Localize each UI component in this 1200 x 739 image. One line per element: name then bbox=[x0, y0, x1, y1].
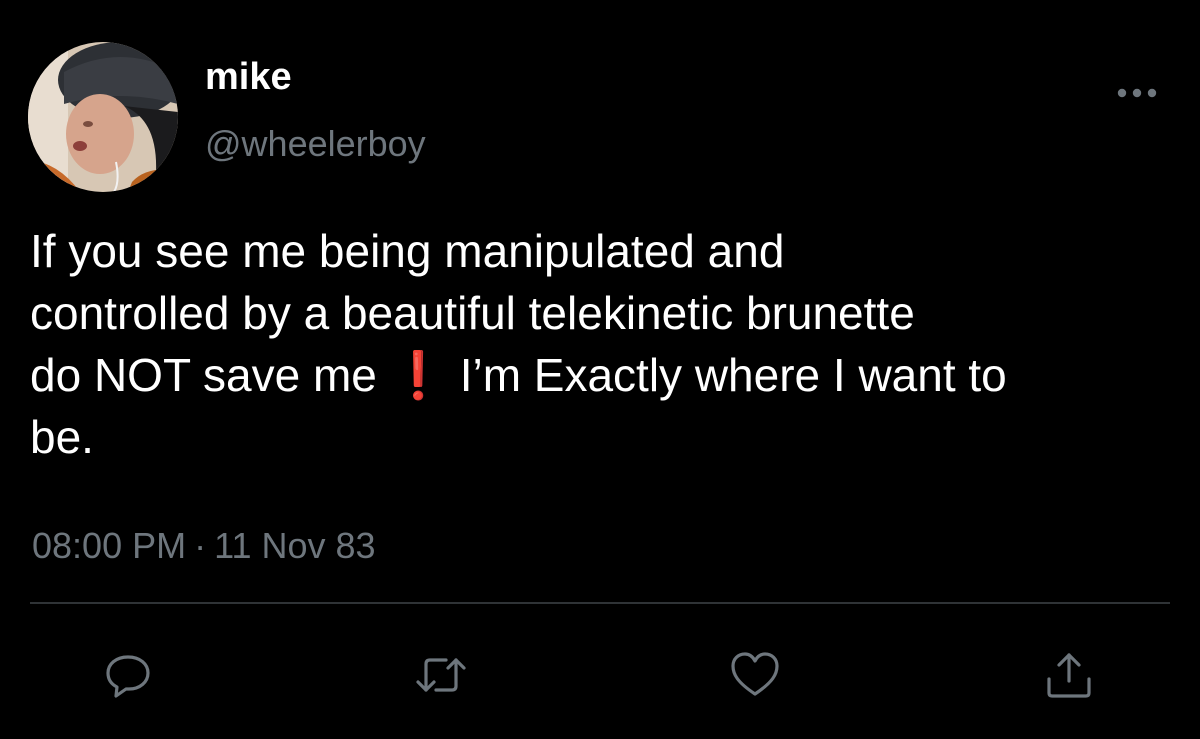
share-icon bbox=[1047, 653, 1091, 698]
divider bbox=[30, 602, 1170, 604]
retweet-icon bbox=[416, 658, 466, 692]
tweet-text: If you see me being manipulated and cont… bbox=[30, 220, 1175, 468]
user-handle[interactable]: @wheelerboy bbox=[205, 122, 426, 166]
ellipsis-icon bbox=[1117, 88, 1157, 98]
speech-bubble-icon bbox=[106, 655, 150, 698]
exclamation-emoji: ❗ bbox=[389, 349, 447, 401]
tweet-text-line: controlled by a beautiful telekinetic br… bbox=[30, 287, 915, 339]
timestamp-separator: · bbox=[194, 525, 207, 566]
like-button[interactable] bbox=[726, 646, 784, 704]
reply-button[interactable] bbox=[99, 646, 157, 704]
retweet-button[interactable] bbox=[412, 646, 470, 704]
share-button[interactable] bbox=[1040, 646, 1098, 704]
more-options-button[interactable] bbox=[1112, 78, 1162, 108]
profile-photo bbox=[28, 42, 178, 192]
tweet-text-segment: do NOT save me bbox=[30, 349, 377, 401]
tweet-text-line: do NOT save me ❗ I’m Exactly where I wan… bbox=[30, 344, 1175, 406]
tweet-text-segment: I’m Exactly where I want to bbox=[459, 349, 1007, 401]
tweet-time: 08:00 PM bbox=[32, 525, 187, 566]
display-name[interactable]: mike bbox=[205, 54, 292, 100]
tweet-text-line: be. bbox=[30, 411, 94, 463]
tweet-timestamp[interactable]: 08:00 PM · 11 Nov 83 bbox=[32, 524, 376, 568]
tweet-date: 11 Nov 83 bbox=[214, 525, 376, 566]
tweet-text-line: If you see me being manipulated and bbox=[30, 225, 785, 277]
avatar[interactable] bbox=[28, 42, 178, 192]
heart-icon bbox=[731, 652, 779, 696]
